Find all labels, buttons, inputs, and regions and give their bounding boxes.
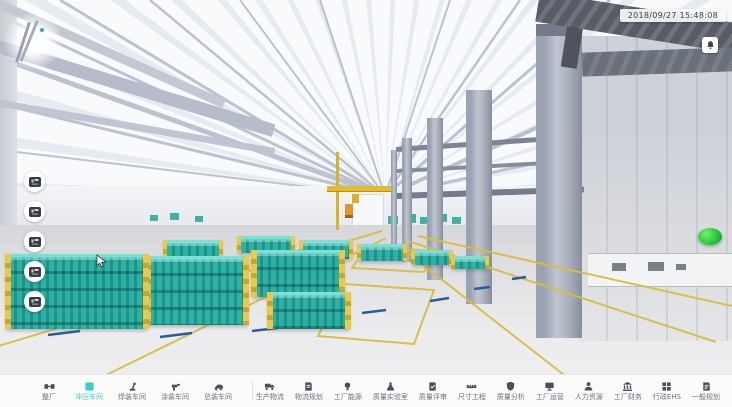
viewpoint-button[interactable] <box>24 171 45 192</box>
toolbar-item-label: 焊装车间 <box>118 394 146 401</box>
toolbar-item-label: 行政EHS <box>653 394 681 401</box>
distant-equipment <box>195 216 203 221</box>
notification-button[interactable] <box>702 37 718 53</box>
distant-equipment <box>452 217 461 223</box>
toolbar-item-label: 质量分析 <box>497 394 525 401</box>
die-rack <box>452 256 488 269</box>
review-doc-icon <box>427 381 438 392</box>
toolbar-item-label: 一般规划 <box>692 394 720 401</box>
die-rack <box>252 250 344 297</box>
timestamp-text: 2018/09/27 15:48:08 <box>628 11 718 20</box>
green-agv <box>698 228 722 245</box>
toolbar-item-label: 质量实验室 <box>373 394 408 401</box>
bottom-toolbar: 整厂 冲压车间 焊装车间 涂装车间 总装车间 生产物流 <box>0 374 732 407</box>
person-icon <box>583 381 594 392</box>
ruler-icon <box>466 381 477 392</box>
welding-robot-icon <box>127 381 138 392</box>
toolbar-item-painting-shop[interactable]: 涂装车间 <box>161 381 189 401</box>
press-viewpoint-icon <box>29 297 41 307</box>
window <box>648 262 664 271</box>
toolbar-item-factory-operations[interactable]: 工厂运营 <box>536 381 564 401</box>
toolbar-item-factory-energy[interactable]: 工厂能源 <box>334 381 362 401</box>
toolbar-item-label: 总装车间 <box>204 394 232 401</box>
steel-column <box>466 90 492 304</box>
toolbar-item-whole-plant[interactable]: 整厂 <box>38 381 60 401</box>
toolbar-item-quality-lab[interactable]: 质量实验室 <box>373 381 408 401</box>
bell-icon <box>706 40 715 50</box>
toolbar-item-label: 工厂能源 <box>334 394 362 401</box>
monitor-icon <box>544 381 555 392</box>
grid-icon <box>661 381 672 392</box>
window <box>612 263 626 271</box>
car-icon <box>213 381 224 392</box>
toolbar-item-production-logistics[interactable]: 生产物流 <box>256 381 284 401</box>
press-viewpoint-icon <box>29 177 41 187</box>
factory-layout-icon <box>44 381 55 392</box>
toolbar-item-label: 工厂财务 <box>614 394 642 401</box>
toolbar-item-quality-analysis[interactable]: 质量分析 <box>497 381 525 401</box>
crane-hoist <box>352 194 359 203</box>
toolbar-item-label: 质量评审 <box>419 394 447 401</box>
toolbar-item-welding-shop[interactable]: 焊装车间 <box>118 381 146 401</box>
toolbar-item-label: 物流规划 <box>295 394 323 401</box>
die-rack <box>146 256 248 325</box>
spray-gun-icon <box>170 381 181 392</box>
bulb-icon <box>342 381 353 392</box>
bank-icon <box>622 381 633 392</box>
viewpoint-button[interactable] <box>24 291 45 312</box>
signal-lamp <box>40 28 44 32</box>
workshop-nav-group: 整厂 冲压车间 焊装车间 涂装车间 总装车间 <box>38 381 232 401</box>
die-rack <box>412 250 452 265</box>
toolbar-item-general-planning[interactable]: 一般规划 <box>692 381 720 401</box>
press-viewpoint-icon <box>29 267 41 277</box>
steel-column <box>536 24 582 338</box>
toolbar-item-factory-finance[interactable]: 工厂财务 <box>614 381 642 401</box>
die-rack <box>358 244 406 261</box>
viewpoint-buttons <box>24 171 45 312</box>
ceiling-light-glow <box>2 12 64 70</box>
distant-equipment <box>170 213 179 219</box>
toolbar-item-human-resources[interactable]: 人力资源 <box>575 381 603 401</box>
toolbar-item-label: 整厂 <box>42 394 56 401</box>
die-rack <box>268 292 350 329</box>
timestamp: 2018/09/27 15:48:08 <box>620 9 726 22</box>
truck-icon <box>264 381 275 392</box>
toolbar-divider <box>252 381 253 401</box>
press-viewpoint-icon <box>29 237 41 247</box>
right-wall <box>578 36 732 341</box>
toolbar-item-label: 生产物流 <box>256 394 284 401</box>
steel-column <box>391 150 397 248</box>
flask-icon <box>385 381 396 392</box>
toolbar-item-dimensional-engineering[interactable]: 尺寸工程 <box>458 381 486 401</box>
viewpoint-button[interactable] <box>24 201 45 222</box>
press-viewpoint-icon <box>29 207 41 217</box>
factory-3d-scene[interactable] <box>0 0 732 407</box>
toolbar-item-stamping-shop[interactable]: 冲压车间 <box>75 381 103 401</box>
file-icon <box>701 381 712 392</box>
toolbar-item-label: 工厂运营 <box>536 394 564 401</box>
document-icon <box>303 381 314 392</box>
forklift <box>345 204 353 218</box>
window <box>676 264 686 270</box>
toolbar-item-label: 人力资源 <box>575 394 603 401</box>
distant-equipment <box>150 215 158 220</box>
digital-factory-app: 2018/09/27 15:48:08 整厂 <box>0 0 732 407</box>
viewpoint-button[interactable] <box>24 231 45 252</box>
shield-icon <box>505 381 516 392</box>
stamping-workshop-icon <box>84 381 95 392</box>
toolbar-item-label: 涂装车间 <box>161 394 189 401</box>
toolbar-item-ehs-admin[interactable]: 行政EHS <box>653 381 681 401</box>
toolbar-item-assembly-shop[interactable]: 总装车间 <box>204 381 232 401</box>
toolbar-item-logistics-planning[interactable]: 物流规划 <box>295 381 323 401</box>
module-nav-group: 生产物流 物流规划 工厂能源 质量实验室 质量评审 尺寸工程 <box>256 381 720 401</box>
viewpoint-button[interactable] <box>24 261 45 282</box>
toolbar-item-label: 尺寸工程 <box>458 394 486 401</box>
toolbar-item-quality-review[interactable]: 质量评审 <box>419 381 447 401</box>
toolbar-item-label: 冲压车间 <box>75 394 103 401</box>
yellow-gantry-crane <box>327 186 397 192</box>
